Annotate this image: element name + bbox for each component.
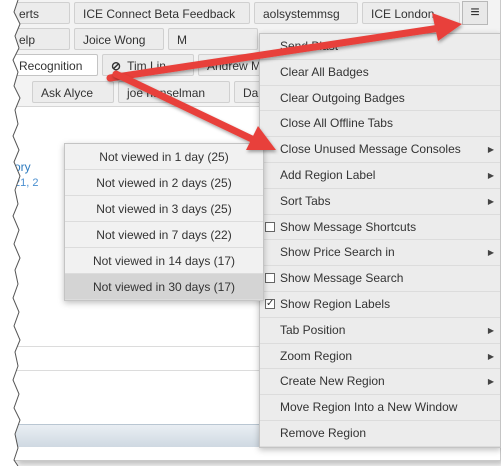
submenu-item-not-viewed-1[interactable]: Not viewed in 1 day (25) bbox=[65, 144, 263, 170]
menu-item-label: Remove Region bbox=[280, 425, 367, 440]
tab-tim-lin[interactable]: ⊘ Tim Lin bbox=[102, 54, 194, 76]
tab-ice-connect-beta-feedback[interactable]: ICE Connect Beta Feedback bbox=[74, 2, 250, 24]
submenu-item-not-viewed-2[interactable]: Not viewed in 2 days (25) bbox=[65, 170, 263, 196]
menu-item-add-region-label[interactable]: Add Region Label ▶ bbox=[260, 163, 500, 189]
menu-item-sort-tabs[interactable]: Sort Tabs ▶ bbox=[260, 189, 500, 215]
submenu-arrow-icon: ▶ bbox=[487, 248, 494, 258]
submenu-item-not-viewed-3[interactable]: Not viewed in 3 days (25) bbox=[65, 196, 263, 222]
checkbox-unchecked-icon[interactable] bbox=[265, 221, 275, 232]
menu-item-label: Clear Outgoing Badges bbox=[280, 90, 405, 105]
menu-item-tab-position[interactable]: Tab Position ▶ bbox=[260, 318, 500, 344]
menu-item-close-unused-message-consoles[interactable]: Close Unused Message Consoles ▶ bbox=[260, 137, 500, 163]
menu-item-clear-outgoing-badges[interactable]: Clear Outgoing Badges bbox=[260, 86, 500, 112]
checkbox-checked-icon[interactable]: ✓ bbox=[265, 298, 275, 309]
menu-item-label: Show Message Search bbox=[280, 271, 404, 286]
menu-item-label: Close All Offline Tabs bbox=[280, 116, 393, 131]
submenu-item-not-viewed-4[interactable]: Not viewed in 7 days (22) bbox=[65, 222, 263, 248]
menu-item-remove-region[interactable]: Remove Region bbox=[260, 421, 500, 447]
region-options-menu: Send Blast Clear All Badges Clear Outgoing… bbox=[259, 33, 501, 448]
close-unused-consoles-submenu: Not viewed in 1 day (25) Not viewed in 2 … bbox=[64, 143, 264, 301]
submenu-arrow-icon: ▶ bbox=[487, 351, 494, 361]
submenu-item-not-viewed-5[interactable]: Not viewed in 14 days (17) bbox=[65, 248, 263, 274]
menu-item-zoom-region[interactable]: Zoom Region ▶ bbox=[260, 344, 500, 370]
submenu-item-not-viewed-6[interactable]: Not viewed in 30 days (17) bbox=[65, 274, 263, 300]
hide-icon: ⊘ bbox=[111, 59, 122, 73]
menu-item-label: Create New Region bbox=[280, 374, 385, 389]
menu-item-label: Send Blast bbox=[280, 39, 339, 53]
submenu-arrow-icon: ▶ bbox=[487, 377, 494, 387]
torn-edge bbox=[0, 0, 21, 466]
tab-joe-hanselman[interactable]: joe hanselman bbox=[118, 81, 230, 103]
menu-item-label: Sort Tabs bbox=[280, 193, 331, 208]
menu-item-label: Clear All Badges bbox=[280, 64, 369, 79]
menu-item-label: Close Unused Message Consoles bbox=[280, 142, 461, 157]
menu-item-label: Tab Position bbox=[280, 322, 346, 337]
submenu-arrow-icon: ▶ bbox=[487, 325, 494, 335]
menu-item-show-message-shortcuts[interactable]: Show Message Shortcuts bbox=[260, 215, 500, 241]
menu-item-move-region-into-a-new-window[interactable]: Move Region Into a New Window bbox=[260, 395, 500, 421]
menu-item-label: Show Message Shortcuts bbox=[280, 219, 417, 234]
tab-partial[interactable]: M bbox=[168, 28, 258, 50]
checkbox-unchecked-icon[interactable] bbox=[265, 273, 275, 284]
menu-item-label: Move Region Into a New Window bbox=[280, 400, 458, 415]
menu-item-label: Add Region Label bbox=[280, 167, 376, 182]
menu-item-close-all-offline-tabs[interactable]: Close All Offline Tabs bbox=[260, 111, 500, 138]
tab-label: Tim Lin bbox=[127, 59, 166, 73]
menu-item-label: Show Price Search in bbox=[280, 245, 395, 260]
menu-item-send-blast[interactable]: Send Blast bbox=[260, 34, 500, 60]
tab-recognition[interactable]: Recognition bbox=[14, 54, 98, 76]
tab-alerts[interactable]: erts bbox=[14, 2, 70, 24]
menu-item-show-price-search-in[interactable]: Show Price Search in ▶ bbox=[260, 240, 500, 267]
tab-help[interactable]: elp bbox=[14, 28, 70, 50]
hamburger-menu-icon[interactable]: ≡ bbox=[462, 1, 488, 25]
menu-item-create-new-region[interactable]: Create New Region ▶ bbox=[260, 369, 500, 396]
tab-joice-wong[interactable]: Joice Wong bbox=[74, 28, 164, 50]
submenu-arrow-icon: ▶ bbox=[487, 145, 494, 155]
menu-item-label: Zoom Region bbox=[280, 348, 353, 363]
menu-item-clear-all-badges[interactable]: Clear All Badges bbox=[260, 60, 500, 86]
submenu-arrow-icon: ▶ bbox=[487, 196, 494, 206]
menu-item-show-region-labels[interactable]: ✓ Show Region Labels bbox=[260, 292, 500, 318]
menu-item-label: Show Region Labels bbox=[280, 296, 391, 311]
tab-aolsystemmsg[interactable]: aolsystemmsg bbox=[254, 2, 358, 24]
tab-ice-london[interactable]: ICE London bbox=[362, 2, 460, 24]
menu-item-show-message-search[interactable]: Show Message Search bbox=[260, 266, 500, 292]
tab-row-1: erts ICE Connect Beta Feedback aolsystem… bbox=[14, 0, 500, 27]
tab-ask-alyce[interactable]: Ask Alyce bbox=[32, 81, 114, 103]
submenu-arrow-icon: ▶ bbox=[487, 170, 494, 180]
